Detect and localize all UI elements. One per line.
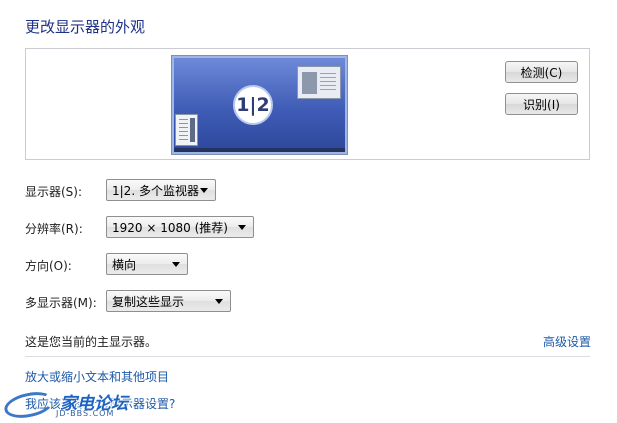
- multiple-displays-select[interactable]: 复制这些显示: [106, 290, 231, 312]
- orientation-select[interactable]: 横向: [106, 253, 188, 275]
- monitor-icon[interactable]: 1|2: [171, 55, 348, 155]
- divider: [25, 356, 590, 357]
- orientation-label: 方向(O):: [25, 259, 72, 273]
- monitor-number-badge: 1|2: [233, 85, 273, 125]
- resolution-select-value: 1920 × 1080 (推荐): [112, 220, 228, 235]
- multiple-displays-label: 多显示器(M):: [25, 296, 97, 310]
- multiple-displays-select-value: 复制这些显示: [112, 294, 185, 309]
- main-display-status: 这是您当前的主显示器。: [25, 335, 158, 349]
- monitor-number: 1|2: [236, 94, 270, 116]
- resolution-select[interactable]: 1920 × 1080 (推荐): [106, 216, 254, 238]
- page-title: 更改显示器的外观: [25, 18, 146, 36]
- chevron-down-icon: [215, 299, 223, 304]
- display-select[interactable]: 1|2. 多个监视器: [106, 179, 216, 201]
- monitor-taskbar: [174, 148, 345, 152]
- watermark-subtext: JD-BBS.COM: [56, 409, 115, 418]
- detect-button[interactable]: 检测(C): [505, 61, 578, 83]
- mini-document-icon: [175, 114, 198, 146]
- resolution-label: 分辨率(R):: [25, 222, 83, 236]
- display-select-value: 1|2. 多个监视器: [112, 183, 199, 198]
- display-preview-panel: 1|2 检测(C) 识别(I): [25, 48, 590, 160]
- mini-window-icon: [297, 66, 341, 99]
- orientation-select-value: 横向: [112, 257, 137, 272]
- identify-button[interactable]: 识别(I): [505, 93, 578, 115]
- text-size-link[interactable]: 放大或缩小文本和其他项目: [25, 368, 169, 385]
- chevron-down-icon: [200, 188, 208, 193]
- chevron-down-icon: [172, 262, 180, 267]
- display-label: 显示器(S):: [25, 185, 83, 199]
- chevron-down-icon: [238, 225, 246, 230]
- watermark-logo: 家电论坛 JD-BBS.COM: [2, 387, 194, 423]
- swoosh-icon: [2, 388, 56, 422]
- advanced-settings-link[interactable]: 高级设置: [543, 333, 591, 350]
